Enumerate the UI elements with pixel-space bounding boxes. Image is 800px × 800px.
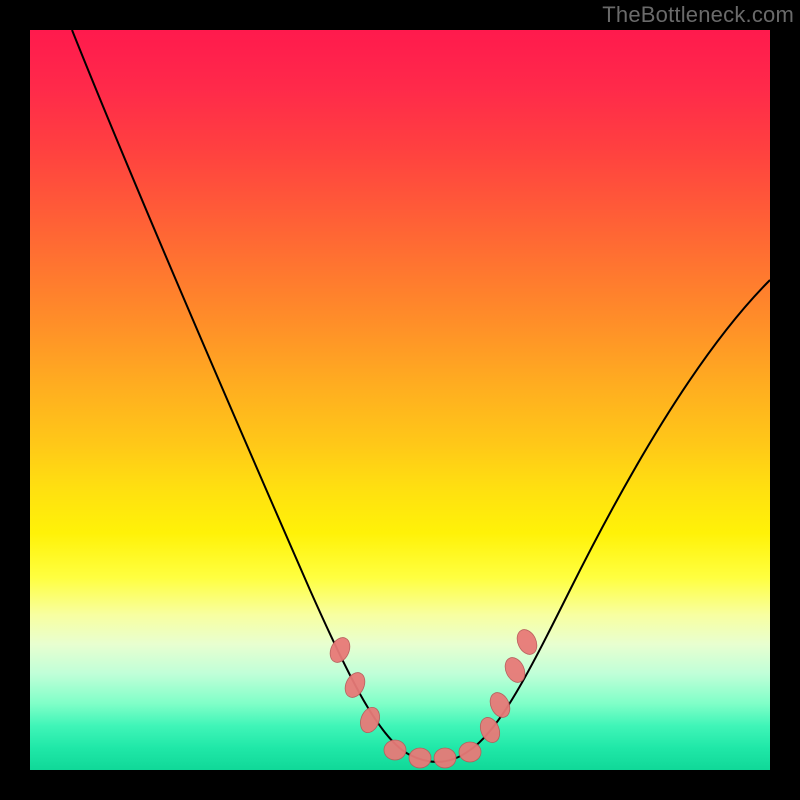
marker-dot	[409, 748, 431, 768]
marker-dot	[501, 654, 528, 685]
marker-dot	[486, 689, 513, 720]
curve-path	[72, 30, 770, 762]
bottleneck-curve	[30, 30, 770, 770]
marker-group	[326, 626, 540, 768]
marker-dot	[513, 626, 540, 657]
watermark-text: TheBottleneck.com	[602, 2, 794, 28]
marker-dot	[357, 705, 383, 736]
marker-dot	[434, 748, 456, 768]
marker-dot	[326, 634, 353, 665]
chart-frame: TheBottleneck.com	[0, 0, 800, 800]
marker-dot	[384, 740, 406, 760]
marker-dot	[459, 742, 481, 762]
marker-dot	[341, 669, 368, 700]
plot-area	[30, 30, 770, 770]
